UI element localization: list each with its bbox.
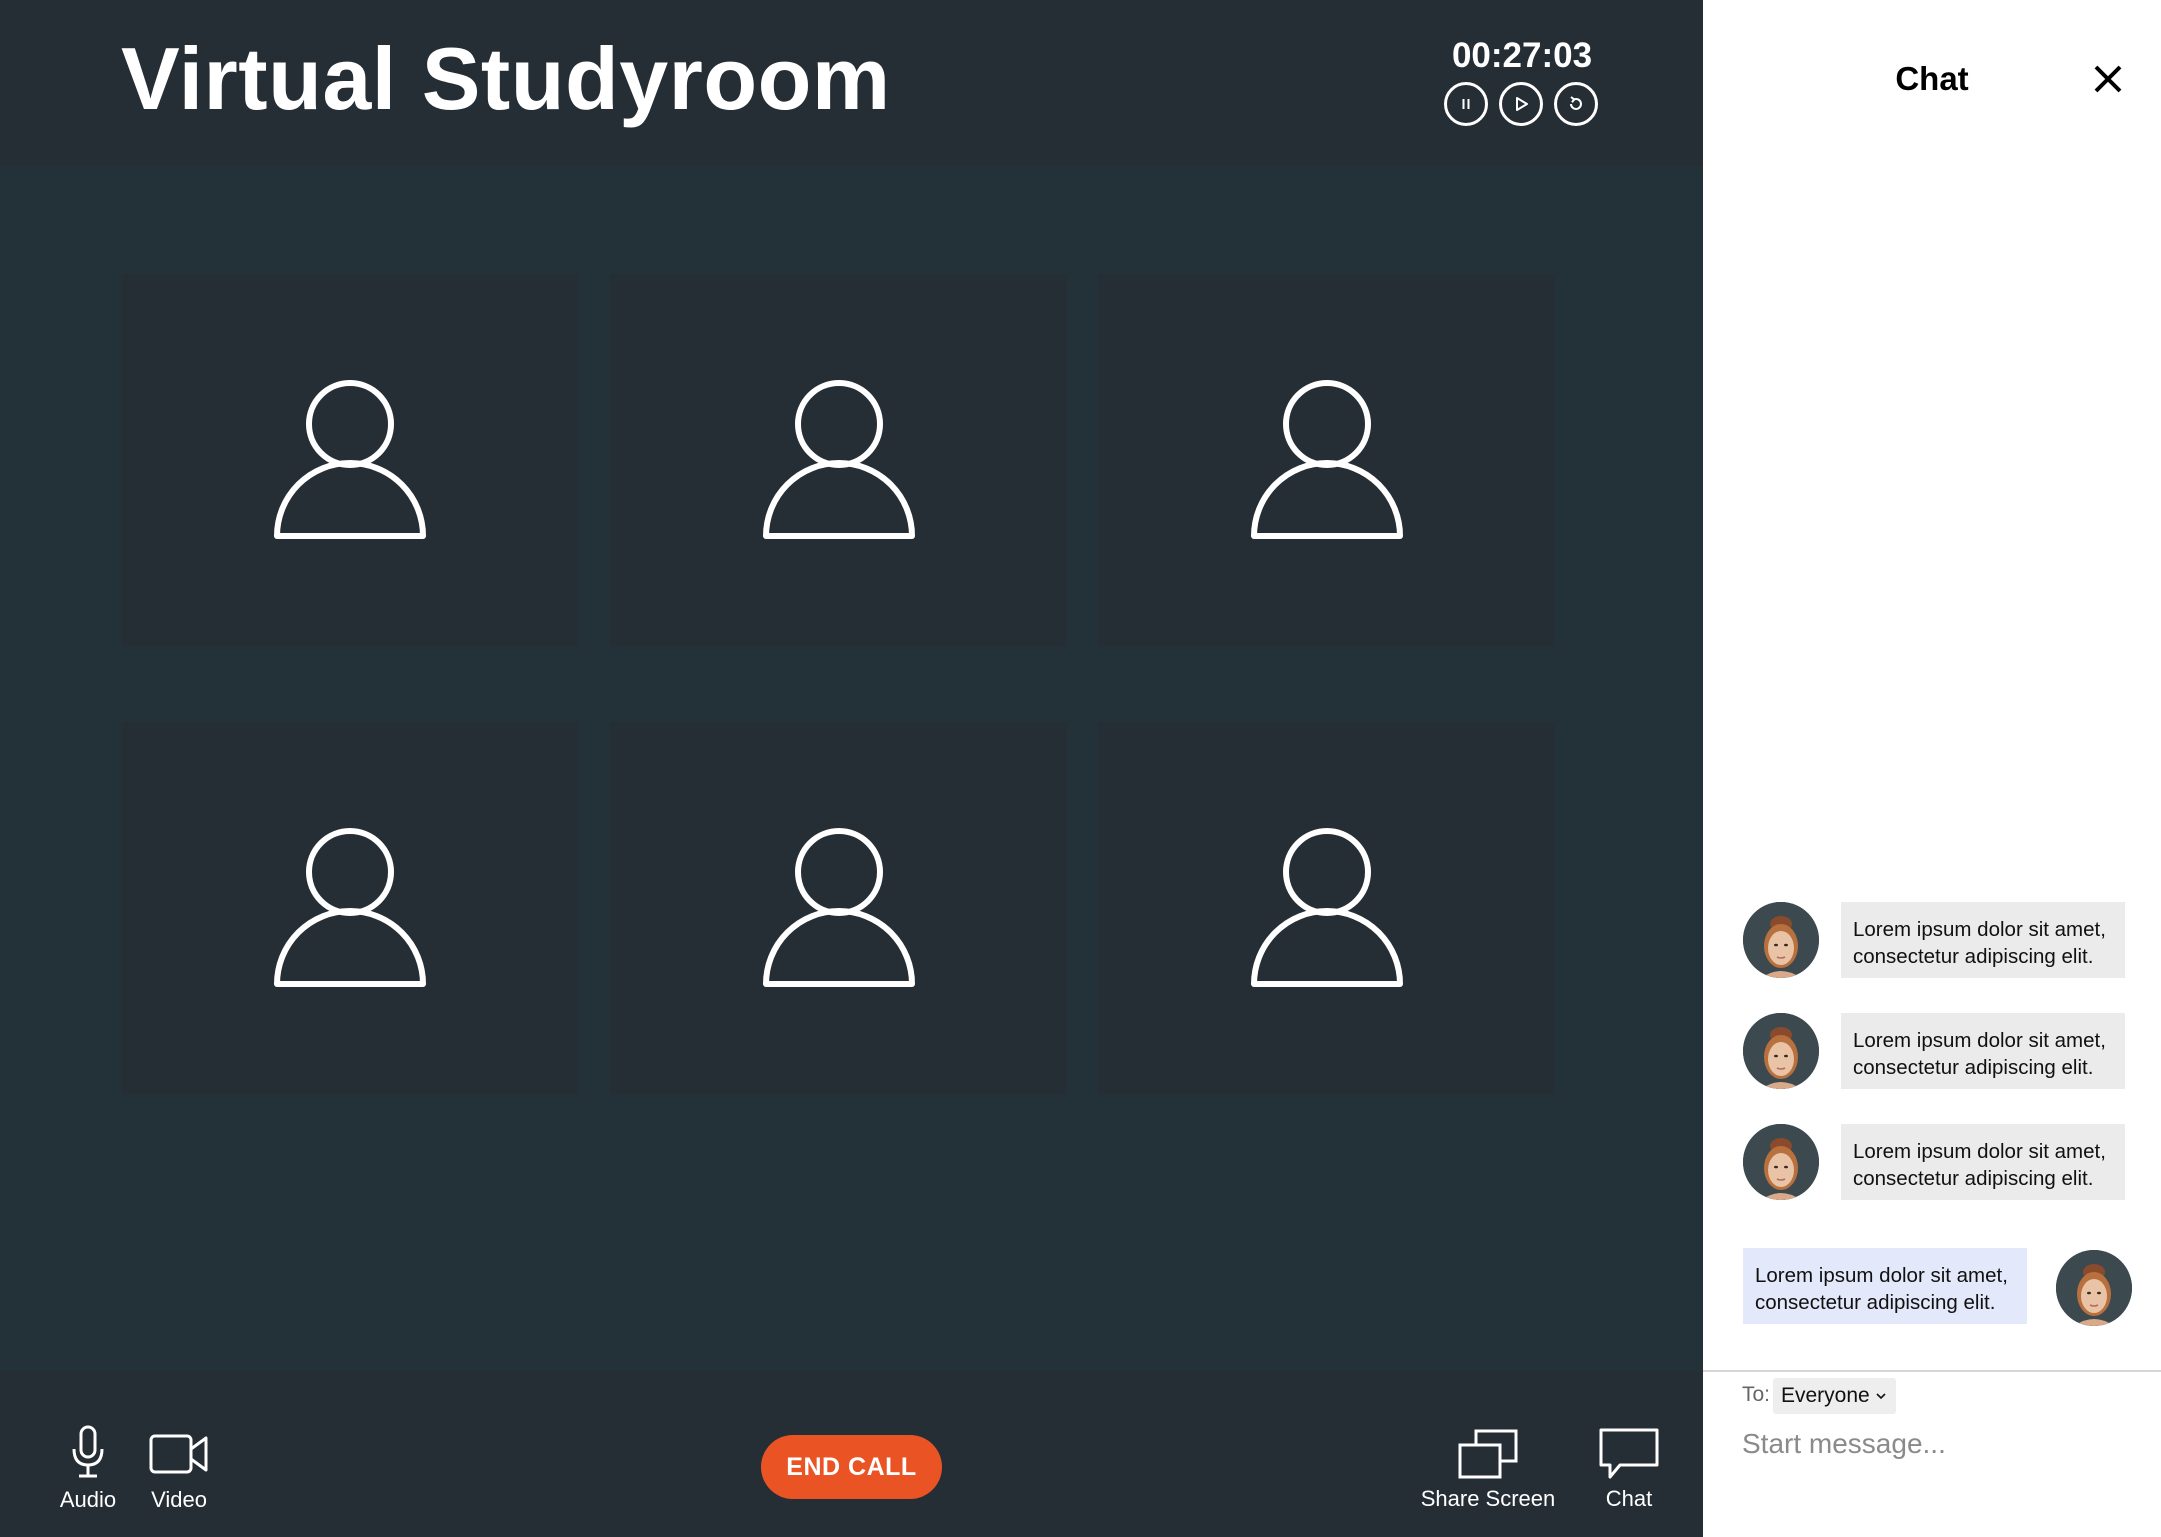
chat-message: Lorem ipsum dolor sit amet, consectetur …	[1703, 1248, 2161, 1328]
close-chat-button[interactable]	[2091, 62, 2125, 96]
avatar	[1743, 1013, 1819, 1089]
audio-label: Audio	[59, 1487, 117, 1512]
person-icon	[762, 827, 915, 987]
share-screen-label: Share Screen	[1420, 1486, 1556, 1511]
share-screen-button[interactable]: Share Screen	[1418, 1371, 1558, 1537]
participant-tile[interactable]	[610, 274, 1067, 647]
chat-message: Lorem ipsum dolor sit amet, consectetur …	[1703, 1124, 2161, 1204]
to-label: To:	[1742, 1383, 1771, 1406]
chat-divider	[1703, 1370, 2161, 1372]
reset-icon	[1570, 96, 1582, 110]
chevron-down-icon	[1876, 1393, 1886, 1400]
chat-label: Chat	[1605, 1486, 1653, 1511]
participant-tile[interactable]	[610, 722, 1067, 1095]
avatar	[1743, 902, 1819, 978]
microphone-icon	[72, 1425, 104, 1478]
call-area: Virtual Studyroom 00:27:03 Audio Video S…	[0, 0, 1703, 1537]
participant-tile[interactable]	[121, 274, 578, 647]
header-bar: Virtual Studyroom 00:27:03	[0, 0, 1703, 166]
person-icon	[1250, 379, 1403, 539]
person-icon	[1250, 827, 1403, 987]
video-button[interactable]: Video	[148, 1371, 210, 1537]
message-input[interactable]	[1740, 1420, 2144, 1468]
avatar	[2056, 1250, 2132, 1326]
pause-button[interactable]	[1444, 82, 1488, 126]
message-bubble: Lorem ipsum dolor sit amet, consectetur …	[1841, 1013, 2125, 1089]
play-icon	[1516, 97, 1528, 111]
participant-tile[interactable]	[1098, 722, 1555, 1095]
person-icon	[762, 379, 915, 539]
close-icon	[2094, 65, 2122, 93]
pause-icon	[1462, 99, 1470, 109]
session-timer: 00:27:03	[1451, 36, 1593, 75]
person-icon	[273, 827, 426, 987]
person-icon	[273, 379, 426, 539]
audio-button[interactable]: Audio	[56, 1371, 120, 1537]
message-bubble: Lorem ipsum dolor sit amet, consectetur …	[1841, 902, 2125, 978]
page-title: Virtual Studyroom	[121, 29, 891, 128]
recipient-select[interactable]: Everyone	[1773, 1378, 1896, 1414]
own-message-bubble: Lorem ipsum dolor sit amet, consectetur …	[1743, 1248, 2027, 1324]
chat-message: Lorem ipsum dolor sit amet, consectetur …	[1703, 902, 2161, 982]
recipient-value: Everyone	[1781, 1384, 1870, 1407]
share-screen-icon	[1458, 1429, 1518, 1479]
chat-panel: Chat Lorem ipsum dolor sit amet, consect…	[1703, 0, 2161, 1537]
camera-icon	[149, 1434, 208, 1474]
participant-tile[interactable]	[121, 722, 578, 1095]
message-bubble: Lorem ipsum dolor sit amet, consectetur …	[1841, 1124, 2125, 1200]
avatar	[1743, 1124, 1819, 1200]
chat-message: Lorem ipsum dolor sit amet, consectetur …	[1703, 1013, 2161, 1093]
play-button[interactable]	[1499, 82, 1543, 126]
chat-button[interactable]: Chat	[1594, 1371, 1664, 1537]
chat-bubble-icon	[1599, 1428, 1659, 1479]
end-call-button[interactable]: END CALL	[761, 1435, 942, 1499]
reset-button[interactable]	[1554, 82, 1598, 126]
video-label: Video	[151, 1487, 207, 1512]
participant-tile[interactable]	[1098, 274, 1555, 647]
